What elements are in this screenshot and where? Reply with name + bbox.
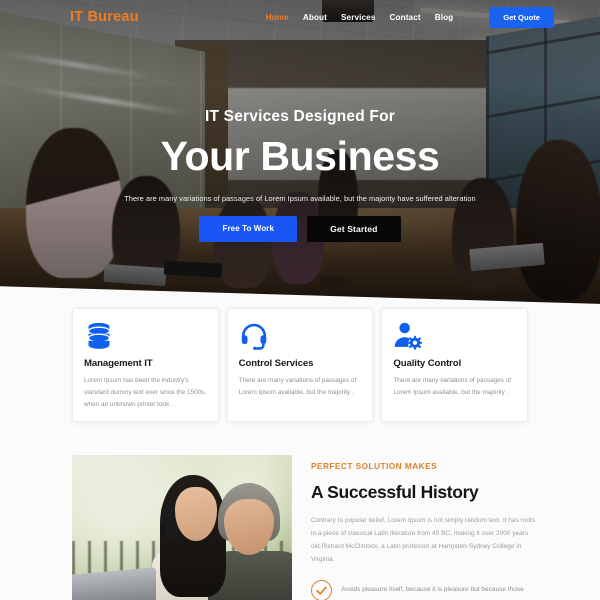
hero-title: Your Business: [160, 133, 440, 179]
hero-buttons: Free To Work Get Started: [0, 215, 600, 242]
hero-subtitle: IT Services Designed For: [204, 108, 395, 125]
service-card-title: Control Services: [238, 358, 314, 369]
landing-page: IT Bureau Home About Services Contact Bl…: [0, 0, 600, 600]
about-feature-text: Avoids pleasure itself, because it is pl…: [341, 586, 524, 594]
get-quote-button[interactable]: Get Quote: [489, 6, 554, 28]
service-card-title: Quality Control: [393, 358, 462, 369]
headset-icon: [239, 321, 362, 351]
about-content: PERFECT SOLUTION MAKES A Successful Hist…: [311, 461, 541, 600]
service-card-quality-control[interactable]: Quality Control There are many variation…: [381, 308, 529, 422]
free-to-work-button[interactable]: Free To Work: [199, 215, 298, 242]
hero-description: There are many variations of passages of…: [124, 193, 476, 203]
hero-content: IT Services Designed For Your Business T…: [0, 108, 600, 242]
nav-item-services[interactable]: Services: [341, 13, 376, 22]
service-card-control-services[interactable]: Control Services There are many variatio…: [226, 308, 374, 422]
service-card-text: There are many variations of passages of…: [238, 377, 357, 396]
about-image: [72, 455, 292, 600]
service-cards: Management IT Lorem Ipsum has been the i…: [72, 308, 529, 422]
about-feature: Avoids pleasure itself, because it is pl…: [311, 580, 541, 600]
check-circle-icon: [311, 580, 332, 600]
nav-item-about[interactable]: About: [303, 13, 327, 22]
site-logo[interactable]: IT Bureau: [70, 9, 139, 25]
database-icon: [84, 321, 207, 351]
about-title: A Successful History: [311, 482, 479, 502]
service-card-management-it[interactable]: Management IT Lorem Ipsum has been the i…: [72, 308, 219, 422]
nav-links: Home About Services Contact Blog Get Quo…: [266, 6, 578, 28]
service-card-text: Lorem Ipsum has been the industry's stan…: [84, 377, 207, 408]
about-eyebrow: PERFECT SOLUTION MAKES: [311, 461, 438, 471]
service-card-title: Management IT: [84, 358, 153, 369]
user-gear-icon: [393, 321, 516, 351]
nav-item-contact[interactable]: Contact: [390, 13, 421, 22]
nav-item-home[interactable]: Home: [266, 13, 289, 22]
top-navigation: IT Bureau Home About Services Contact Bl…: [0, 0, 600, 34]
about-text: Contrary to popular belief, Lorem Ipsum …: [311, 517, 535, 563]
nav-item-blog[interactable]: Blog: [435, 13, 454, 22]
service-card-text: There are many variations of passages of…: [393, 377, 511, 396]
get-started-button[interactable]: Get Started: [307, 215, 401, 242]
